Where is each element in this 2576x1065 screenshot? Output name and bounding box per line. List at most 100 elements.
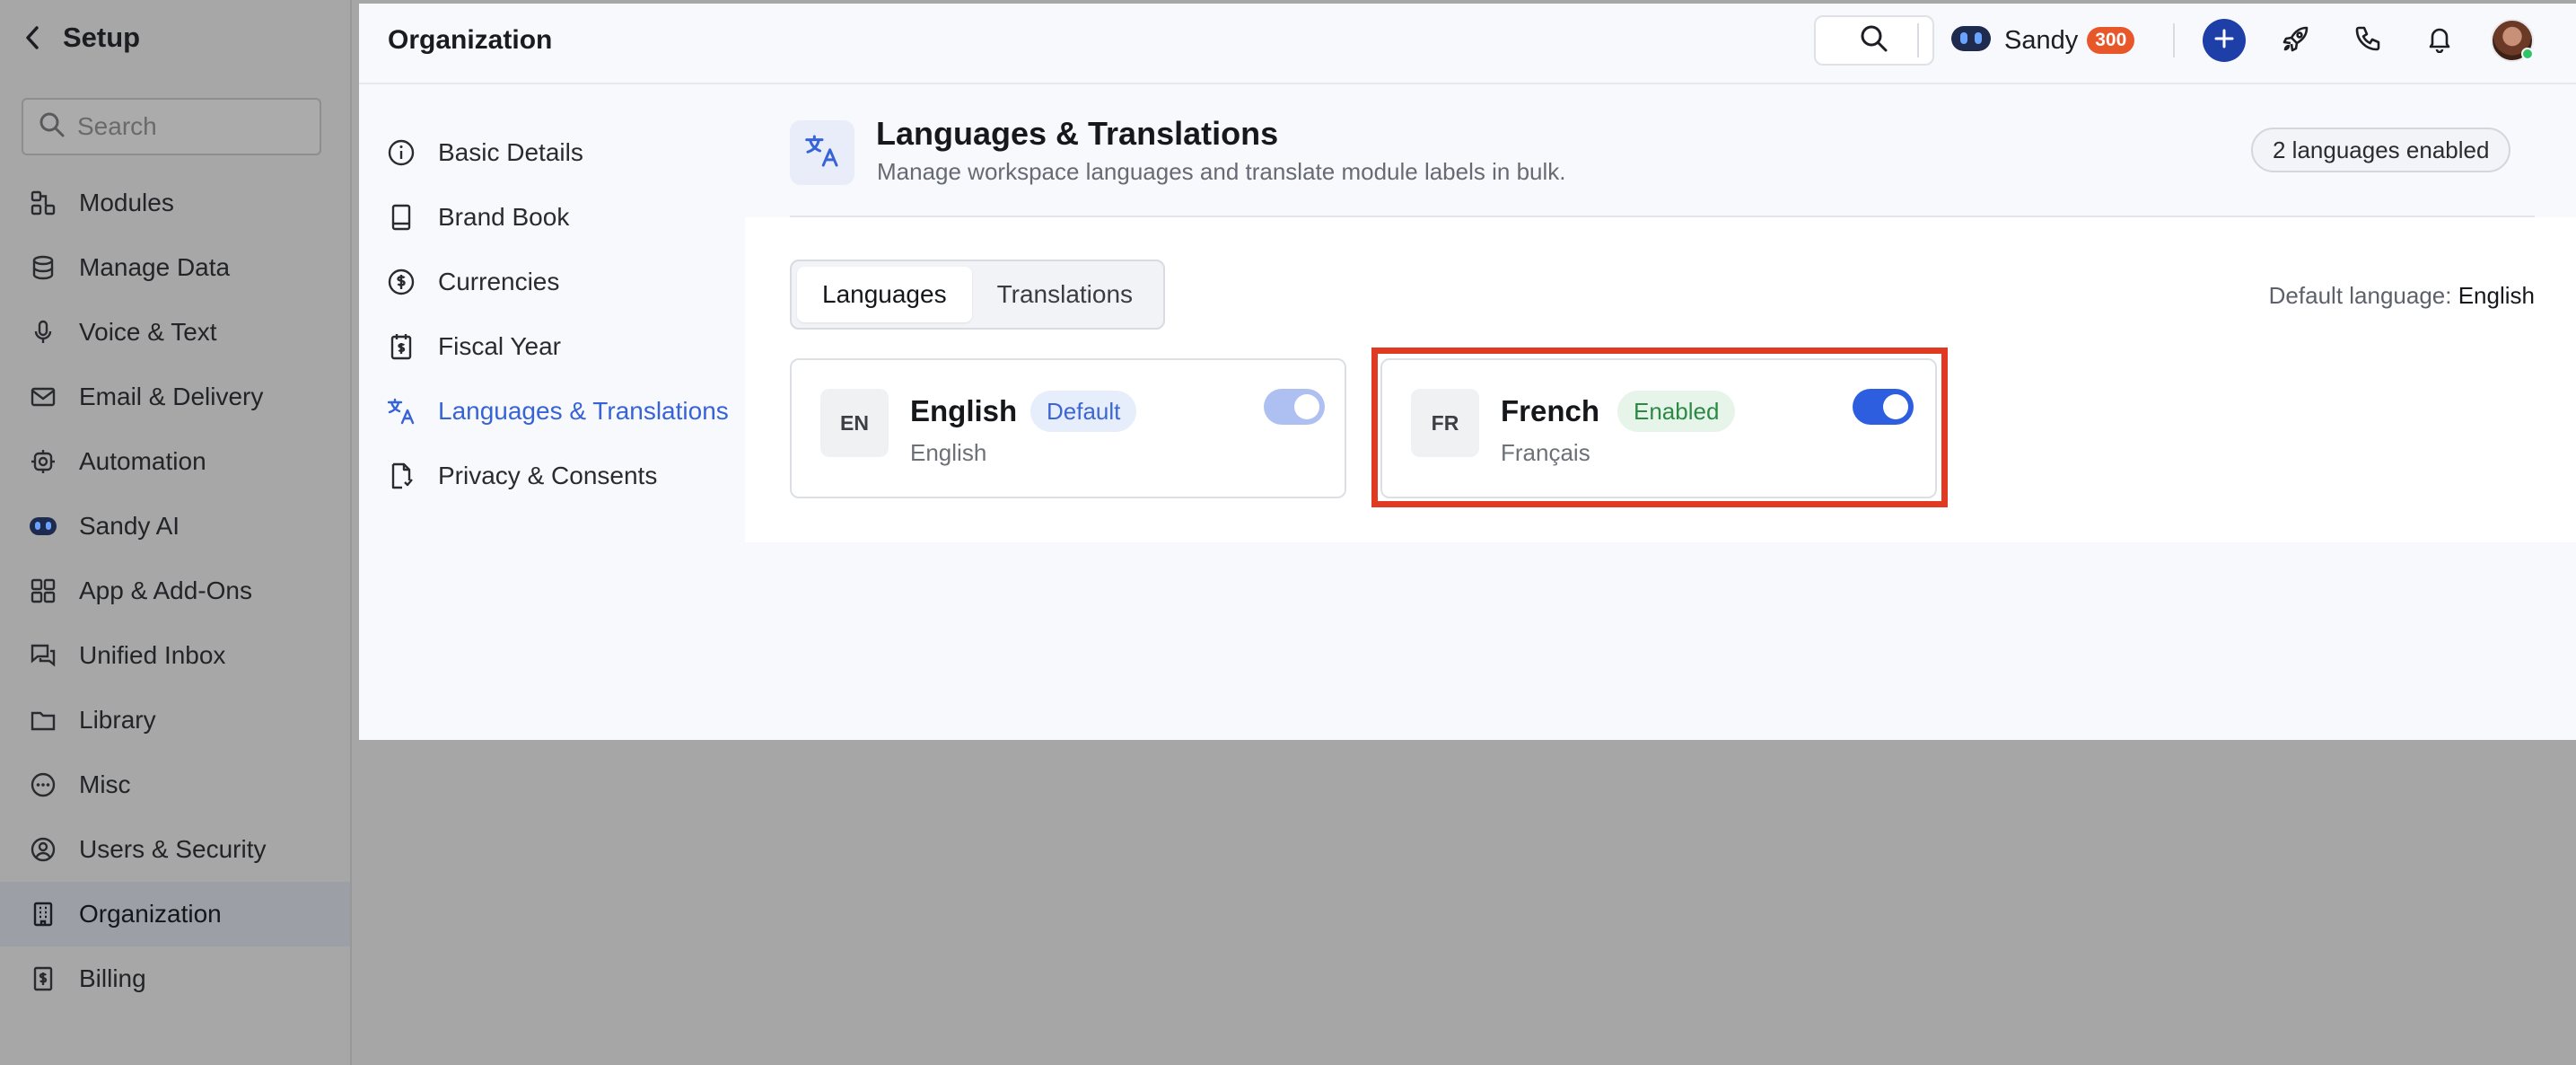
calendar-icon: [386, 331, 416, 362]
sidebar-item-organization[interactable]: Organization: [0, 882, 350, 946]
search-icon: [38, 110, 66, 144]
sidebar-item-library[interactable]: Library: [0, 688, 350, 753]
subnav-item-label: Fiscal Year: [438, 332, 561, 360]
apps-grid-icon: [29, 577, 57, 605]
sidebar-item-label: Users & Security: [79, 835, 267, 863]
sidebar-item-app-add-ons[interactable]: App & Add-Ons: [0, 559, 350, 623]
sidebar-item-unified-inbox[interactable]: Unified Inbox: [0, 623, 350, 688]
language-card-french: FR French Français Enabled: [1380, 358, 1937, 498]
subnav-item-brand-book[interactable]: Brand Book: [386, 185, 763, 250]
languages-tabs: Languages Translations: [790, 260, 1166, 330]
organization-subnav: Basic Details Brand Book Currencies Fisc…: [386, 120, 763, 508]
bell-icon: [2425, 24, 2454, 57]
sidebar-item-label: Modules: [79, 189, 174, 216]
sidebar-menu: Modules Manage Data Voice & Text Email &…: [0, 171, 350, 1011]
sidebar-item-label: Email & Delivery: [79, 383, 264, 410]
english-enable-toggle[interactable]: [1264, 389, 1325, 425]
billing-icon: [29, 964, 57, 993]
setup-sidebar: Setup Modules Manage Data Voice & Text: [0, 0, 352, 1065]
subnav-item-basic-details[interactable]: Basic Details: [386, 120, 763, 185]
envelope-icon: [29, 383, 57, 411]
rocket-icon: [2281, 23, 2311, 58]
notifications-button[interactable]: [2418, 19, 2461, 62]
robot-icon: [1950, 22, 1992, 59]
database-icon: [29, 253, 57, 282]
language-name: English: [910, 394, 1018, 427]
subnav-item-currencies[interactable]: Currencies: [386, 250, 763, 314]
default-badge: Default: [1030, 391, 1137, 432]
default-language-label: Default language:: [2268, 282, 2452, 309]
sidebar-item-users-security[interactable]: Users & Security: [0, 817, 350, 882]
subnav-item-fiscal-year[interactable]: Fiscal Year: [386, 314, 763, 379]
plus-icon: [2213, 28, 2235, 54]
toggle-knob: [1294, 394, 1319, 419]
subnav-item-label: Brand Book: [438, 203, 570, 231]
tab-translations[interactable]: Translations: [972, 267, 1158, 322]
sidebar-item-label: Automation: [79, 447, 206, 475]
global-search-button[interactable]: [1814, 15, 1934, 66]
french-enable-toggle[interactable]: [1853, 389, 1914, 425]
subnav-item-languages-translations[interactable]: Languages & Translations: [386, 379, 763, 444]
language-code: FR: [1411, 389, 1479, 457]
user-circle-icon: [29, 835, 57, 864]
sidebar-item-label: Organization: [79, 900, 222, 928]
subnav-item-label: Currencies: [438, 268, 560, 295]
sidebar-item-label: App & Add-Ons: [79, 577, 253, 604]
sidebar-header: Setup: [20, 18, 140, 57]
sidebar-item-email-delivery[interactable]: Email & Delivery: [0, 365, 350, 429]
page-title: Languages & Translations: [876, 115, 1279, 152]
language-name: French: [1501, 394, 1600, 427]
header-divider: [790, 216, 2535, 217]
subnav-item-privacy-consents[interactable]: Privacy & Consents: [386, 444, 763, 508]
automation-icon: [29, 447, 57, 476]
user-avatar[interactable]: [2491, 19, 2534, 62]
toggle-knob: [1883, 394, 1908, 419]
sidebar-item-billing[interactable]: Billing: [0, 946, 350, 1011]
currency-icon: [386, 267, 416, 297]
sidebar-item-sandy-ai[interactable]: Sandy AI: [0, 494, 350, 559]
topbar-divider: [2173, 23, 2175, 57]
assistant-name: Sandy: [2004, 25, 2079, 55]
more-circle-icon: [29, 770, 57, 799]
robot-icon: [29, 512, 57, 541]
back-arrow-icon[interactable]: [20, 25, 45, 50]
phone-button[interactable]: [2346, 19, 2389, 62]
sidebar-search[interactable]: [22, 98, 321, 155]
search-icon: [1859, 23, 1889, 58]
sidebar-item-voice-text[interactable]: Voice & Text: [0, 300, 350, 365]
sidebar-search-input[interactable]: [77, 112, 302, 141]
phone-icon: [2353, 24, 2382, 57]
translate-icon: [386, 396, 416, 427]
sidebar-item-label: Unified Inbox: [79, 641, 226, 669]
main-panel: Organization Sandy 300 Basic Details Bra…: [359, 4, 2576, 740]
sidebar-item-automation[interactable]: Automation: [0, 429, 350, 494]
top-bar: Organization Sandy 300: [359, 4, 2576, 84]
sidebar-item-label: Voice & Text: [79, 318, 217, 346]
rocket-button[interactable]: [2274, 19, 2318, 62]
default-language-value: English: [2458, 282, 2535, 309]
subnav-item-label: Privacy & Consents: [438, 462, 658, 489]
info-icon: [386, 137, 416, 168]
book-icon: [386, 202, 416, 233]
topbar-divider: [1917, 23, 1919, 57]
sidebar-item-label: Billing: [79, 964, 146, 992]
sidebar-item-misc[interactable]: Misc: [0, 753, 350, 817]
subnav-item-label: Languages & Translations: [438, 397, 729, 425]
sidebar-item-modules[interactable]: Modules: [0, 171, 350, 235]
online-status-dot: [2521, 48, 2534, 60]
modules-icon: [29, 189, 57, 217]
topbar-title: Organization: [388, 25, 553, 55]
language-native-name: Français: [1501, 439, 1590, 466]
tab-languages[interactable]: Languages: [797, 267, 972, 322]
folder-icon: [29, 706, 57, 735]
document-icon: [386, 461, 416, 491]
building-icon: [29, 900, 57, 929]
credit-badge: 300: [2087, 27, 2135, 54]
page-bottom-background: [359, 542, 2576, 740]
language-code: EN: [820, 389, 889, 457]
sidebar-item-manage-data[interactable]: Manage Data: [0, 235, 350, 300]
sandy-assistant-button[interactable]: Sandy 300: [1950, 18, 2135, 63]
app-root: Setup Modules Manage Data Voice & Text: [0, 0, 2576, 1065]
create-new-button[interactable]: [2203, 19, 2246, 62]
page-header-icon: [790, 120, 854, 185]
